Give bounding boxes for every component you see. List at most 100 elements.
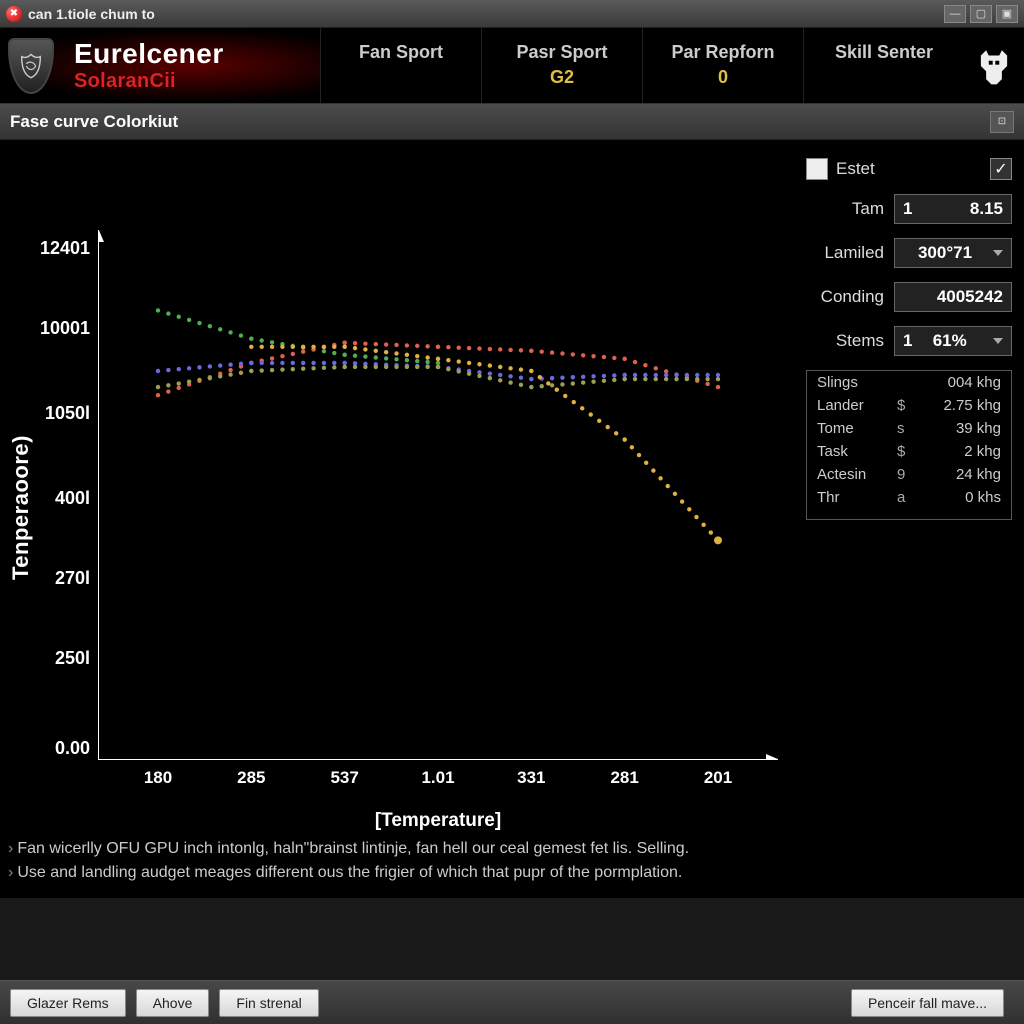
ahove-button[interactable]: Ahove	[136, 989, 210, 1017]
window-title: can 1.tiole chum to	[28, 6, 155, 22]
stat-row: Thra0 khs	[807, 486, 1011, 509]
main-area: Tenperaoore) 12401100011050l400l270l250l…	[0, 140, 1024, 830]
brand-zone: Eurelcener SolaranCii	[0, 28, 320, 103]
setting-row: Conding 4005242	[806, 282, 1012, 312]
x-tick: 537	[315, 768, 375, 788]
glazer-rems-button[interactable]: Glazer Rems	[10, 989, 126, 1017]
stat-name: Tome	[817, 420, 897, 437]
stat-cur: 9	[897, 466, 917, 483]
stat-val: 0 khs	[917, 489, 1001, 506]
brand-line1: Eurelcener	[74, 39, 224, 70]
subheader: Fase curve Colorkiut ⊡	[0, 104, 1024, 140]
nav-tabs: Fan Sport Pasr Sport G2 Par Repforn 0 Sk…	[320, 28, 964, 103]
x-tick: 180	[128, 768, 188, 788]
setting-v2: 61%	[933, 331, 967, 351]
stat-name: Actesin	[817, 466, 897, 483]
stat-name: Slings	[817, 374, 897, 391]
notes-area: ›Fan wicerlly OFU GPU inch intonlg, haln…	[0, 830, 1024, 898]
note-text: Use and landling audget meages different…	[17, 864, 682, 881]
note-line: ›Fan wicerlly OFU GPU inch intonlg, haln…	[8, 840, 1016, 858]
note-line: ›Use and landling audget meages differen…	[8, 864, 1016, 882]
stats-box: Slings004 khgLander$2.75 khgTomes39 khgT…	[806, 370, 1012, 520]
setting-row: Stems 1 61%	[806, 326, 1012, 356]
stat-cur: $	[897, 397, 917, 414]
setting-label: Tam	[806, 199, 894, 219]
setting-row: Tam18.15	[806, 194, 1012, 224]
row-estet: Estet ✓	[806, 158, 1012, 180]
minimize-button[interactable]: —	[944, 5, 966, 23]
tab-skill-senter[interactable]: Skill Senter	[803, 28, 964, 103]
setting-input[interactable]: 4005242	[894, 282, 1012, 312]
note-text: Fan wicerlly OFU GPU inch intonlg, haln"…	[17, 840, 689, 857]
titlebar: ✖ can 1.tiole chum to — ▢ ▣	[0, 0, 1024, 28]
stat-val: 24 khg	[917, 466, 1001, 483]
expand-button[interactable]: ⊡	[990, 111, 1014, 133]
tab-fan-sport[interactable]: Fan Sport	[320, 28, 481, 103]
y-tick: 1050l	[30, 403, 90, 424]
stat-cur	[897, 374, 917, 391]
setting-v1: 1	[903, 331, 912, 351]
y-tick: 10001	[30, 318, 90, 339]
chevron-down-icon	[993, 338, 1003, 344]
close-button[interactable]: ▣	[996, 5, 1018, 23]
brand-shield-icon	[8, 38, 54, 94]
footer: Glazer Rems Ahove Fin strenal Penceir fa…	[0, 980, 1024, 1024]
y-tick: 400l	[30, 488, 90, 509]
stat-cur: $	[897, 443, 917, 460]
y-tick: 12401	[30, 238, 90, 259]
setting-label: Conding	[806, 287, 894, 307]
chart-plot	[98, 230, 778, 760]
x-tick: 1.01	[408, 768, 468, 788]
window-controls: — ▢ ▣	[944, 5, 1018, 23]
setting-label: Stems	[806, 331, 894, 351]
tab-par-repforn[interactable]: Par Repforn 0	[642, 28, 803, 103]
side-panel: Estet ✓ Tam18.15Lamiled300°71Conding4005…	[800, 140, 1024, 830]
x-tick: 201	[688, 768, 748, 788]
section-title: Fase curve Colorkiut	[10, 112, 178, 132]
stat-val: 2.75 khg	[917, 397, 1001, 414]
setting-row: Lamiled 300°71	[806, 238, 1012, 268]
tab-label: Skill Senter	[804, 42, 964, 63]
stat-cur: s	[897, 420, 917, 437]
nav-header: Eurelcener SolaranCii Fan Sport Pasr Spo…	[0, 28, 1024, 104]
x-tick: 331	[501, 768, 561, 788]
stat-name: Thr	[817, 489, 897, 506]
chart-zone: Tenperaoore) 12401100011050l400l270l250l…	[0, 140, 800, 830]
setting-input[interactable]: 18.15	[894, 194, 1012, 224]
stat-name: Lander	[817, 397, 897, 414]
y-axis: 12401100011050l400l270l250l0.00	[38, 230, 94, 760]
setting-v1: 1	[903, 199, 912, 219]
setting-input[interactable]: 300°71	[894, 238, 1012, 268]
x-axis-label: [Temperature]	[98, 810, 778, 832]
setting-v2: 300°71	[918, 243, 972, 263]
maximize-button[interactable]: ▢	[970, 5, 992, 23]
tab-value: 0	[643, 67, 803, 88]
stat-row: Tomes39 khg	[807, 417, 1011, 440]
tab-value: G2	[482, 67, 642, 88]
estet-checkbox[interactable]	[806, 158, 828, 180]
estet-check-icon[interactable]: ✓	[990, 158, 1012, 180]
estet-label: Estet	[836, 159, 885, 179]
setting-v2: 8.15	[970, 199, 1003, 219]
stat-row: Task$2 khg	[807, 440, 1011, 463]
y-tick: 270l	[30, 568, 90, 589]
brand-text: Eurelcener SolaranCii	[74, 39, 224, 92]
penceir-fall-mave-button[interactable]: Penceir fall mave...	[851, 989, 1004, 1017]
setting-label: Lamiled	[806, 243, 894, 263]
fin-strenal-button[interactable]: Fin strenal	[219, 989, 318, 1017]
brand-line2: SolaranCii	[74, 70, 224, 92]
stat-row: Actesin924 khg	[807, 463, 1011, 486]
mascot-icon	[964, 45, 1024, 87]
y-tick: 250l	[30, 648, 90, 669]
stat-row: Slings004 khg	[807, 371, 1011, 394]
app-icon: ✖	[6, 6, 22, 22]
tab-label: Par Repforn	[643, 42, 803, 63]
setting-v2: 4005242	[937, 287, 1003, 307]
setting-input[interactable]: 1 61%	[894, 326, 1012, 356]
x-tick: 281	[595, 768, 655, 788]
tab-pasr-sport[interactable]: Pasr Sport G2	[481, 28, 642, 103]
y-tick: 0.00	[30, 738, 90, 759]
stat-val: 2 khg	[917, 443, 1001, 460]
stat-name: Task	[817, 443, 897, 460]
x-tick: 285	[221, 768, 281, 788]
